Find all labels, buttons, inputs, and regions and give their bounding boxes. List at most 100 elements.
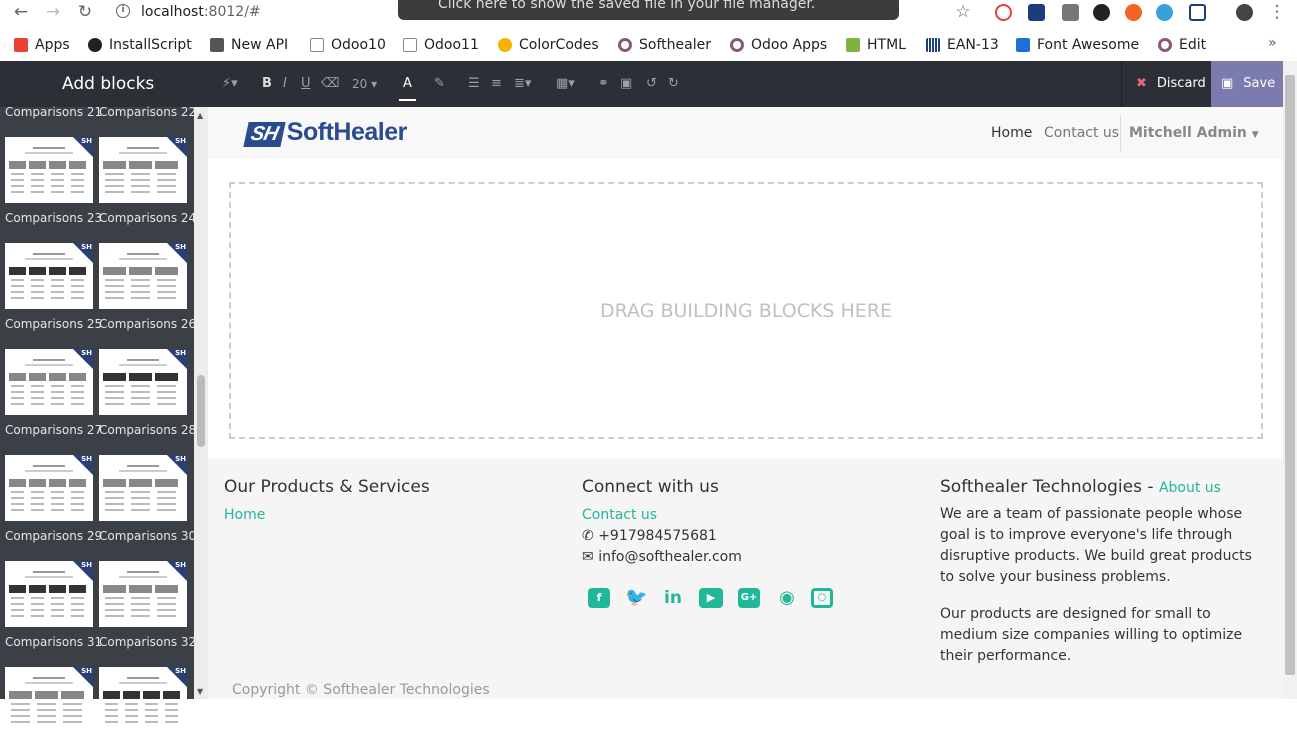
twitter-icon[interactable]: 🐦 xyxy=(625,588,647,608)
odoo-icon xyxy=(618,38,632,52)
drag-drop-zone[interactable]: DRAG BUILDING BLOCKS HERE xyxy=(229,182,1263,439)
block-thumbnail[interactable]: SH xyxy=(99,667,187,733)
softhealer-logo[interactable]: SH SoftHealer xyxy=(243,118,407,147)
footer-company-title: Softhealer Technologies - About us xyxy=(940,477,1221,497)
block-label: Comparisons 32 xyxy=(99,635,197,649)
magic-wand-icon[interactable]: ⚡▾ xyxy=(222,75,238,93)
address-bar[interactable]: localhost:8012/# xyxy=(141,3,261,21)
image-icon[interactable]: ▣ xyxy=(620,75,632,93)
instagram-icon[interactable]: ○ xyxy=(811,588,833,608)
bookmark-ean13[interactable]: EAN-13 xyxy=(926,35,999,55)
footer-about-text-2: Our products are designed for small to m… xyxy=(940,606,1243,664)
floppy-icon: ▣ xyxy=(1221,76,1234,91)
bookmark-new-api[interactable]: New API xyxy=(210,35,288,55)
table-icon[interactable]: ▦▾ xyxy=(556,75,575,93)
extension-icon[interactable] xyxy=(1093,4,1110,21)
linkedin-icon[interactable]: in xyxy=(662,588,684,608)
page-icon xyxy=(403,38,417,52)
block-thumbnail[interactable]: SH xyxy=(5,455,93,521)
sidebar-title: Add blocks xyxy=(0,61,208,107)
menu-dots-icon[interactable]: ⋮ xyxy=(1266,2,1288,22)
underline-icon[interactable]: U xyxy=(301,75,311,93)
envelope-icon: ✉ xyxy=(582,549,599,565)
download-toast[interactable]: Click here to show the saved file in you… xyxy=(398,0,899,20)
footer-contact-link[interactable]: Contact us xyxy=(582,507,657,523)
menu-contact-us[interactable]: Contact us xyxy=(1044,125,1119,141)
block-label: Comparisons 21 xyxy=(5,105,103,119)
scroll-up-icon[interactable]: ▲ xyxy=(197,111,203,120)
blocks-sidebar: Add blocks Comparisons 21 Comparisons 22 S… xyxy=(0,61,208,733)
block-thumbnail[interactable]: SH xyxy=(99,561,187,627)
facebook-icon[interactable]: f xyxy=(588,588,610,608)
editor-toolbar: ⚡▾ B I U ⌫ 20 ▾ A ✎ ☰ ≡ ≣▾ ▦▾ ⚭ ▣ ↺ ↻ ✖ D… xyxy=(208,61,1297,107)
extension-icon[interactable] xyxy=(995,4,1012,21)
block-thumbnail[interactable]: SH xyxy=(5,243,93,309)
site-info-icon[interactable]: i xyxy=(116,4,130,18)
italic-icon[interactable]: I xyxy=(283,75,287,93)
footer-about-text: We are a team of passionate people whose… xyxy=(940,506,1252,585)
ordered-list-icon[interactable]: ≡ xyxy=(491,75,502,93)
scrollbar-thumb[interactable] xyxy=(197,375,205,447)
back-icon[interactable]: ← xyxy=(10,2,32,22)
block-label: Comparisons 24 xyxy=(99,211,197,225)
block-label: Comparisons 30 xyxy=(99,529,197,543)
footer-phone: ✆ +917984575681 xyxy=(582,528,717,544)
bold-icon[interactable]: B xyxy=(262,75,272,93)
bookmark-installscript[interactable]: InstallScript xyxy=(88,35,192,55)
block-thumbnail[interactable]: SH xyxy=(5,349,93,415)
page-scrollbar[interactable] xyxy=(1283,61,1297,699)
font-size-select[interactable]: 20 ▾ xyxy=(352,75,377,93)
block-thumbnail[interactable]: SH xyxy=(99,243,187,309)
user-menu[interactable]: Mitchell Admin ▼ xyxy=(1129,125,1259,141)
align-icon[interactable]: ≣▾ xyxy=(514,75,531,93)
extension-icon[interactable] xyxy=(1156,4,1173,21)
bookmark-colorcodes[interactable]: ColorCodes xyxy=(498,35,599,55)
bookmark-odoo10[interactable]: Odoo10 xyxy=(310,35,386,55)
block-thumbnail[interactable]: SH xyxy=(5,561,93,627)
scrollbar-thumb[interactable] xyxy=(1285,75,1295,675)
bookmark-odoo11[interactable]: Odoo11 xyxy=(403,35,479,55)
bookmark-apps[interactable]: Apps xyxy=(14,35,70,55)
bookmark-font-awesome[interactable]: Font Awesome xyxy=(1016,35,1139,55)
paint-brush-icon[interactable]: ✎ xyxy=(434,75,445,93)
block-thumbnail[interactable]: SH xyxy=(5,137,93,203)
copyright-text: Copyright © Softhealer Technologies xyxy=(232,682,490,698)
footer-home-link[interactable]: Home xyxy=(224,507,265,523)
forward-icon[interactable]: → xyxy=(42,2,64,22)
reload-icon[interactable]: ↻ xyxy=(74,2,96,22)
chevron-double-right-icon[interactable]: » xyxy=(1268,35,1277,51)
eraser-icon[interactable]: ⌫ xyxy=(321,75,339,93)
bookmark-odoo-apps[interactable]: Odoo Apps xyxy=(730,35,827,55)
profile-icon[interactable] xyxy=(1236,4,1253,21)
block-thumbnail[interactable]: SH xyxy=(99,349,187,415)
youtube-icon[interactable]: ▶ xyxy=(699,588,723,608)
link-icon[interactable]: ⚭ xyxy=(598,75,609,93)
undo-icon[interactable]: ↺ xyxy=(646,75,657,93)
bookmark-html[interactable]: HTML xyxy=(846,35,906,55)
block-label: Comparisons 25 xyxy=(5,317,103,331)
menu-home[interactable]: Home xyxy=(991,125,1032,141)
sidebar-scrollbar[interactable]: ▲ ▼ xyxy=(194,107,208,699)
bookmark-edit[interactable]: Edit xyxy=(1158,35,1206,55)
bookmark-softhealer[interactable]: Softhealer xyxy=(618,35,711,55)
extension-icon[interactable] xyxy=(1062,4,1079,21)
unordered-list-icon[interactable]: ☰ xyxy=(468,75,480,93)
block-thumbnail[interactable]: SH xyxy=(99,137,187,203)
extension-icon[interactable] xyxy=(1189,4,1206,21)
discard-button[interactable]: ✖ Discard xyxy=(1121,61,1211,107)
block-thumbnail[interactable]: SH xyxy=(99,455,187,521)
block-label: Comparisons 31 xyxy=(5,635,103,649)
close-icon: ✖ xyxy=(1136,76,1147,91)
about-us-link[interactable]: About us xyxy=(1159,480,1221,496)
github-icon xyxy=(88,38,102,52)
extension-icon[interactable] xyxy=(1028,4,1045,21)
block-thumbnail[interactable]: SH xyxy=(5,667,93,733)
extension-icon[interactable] xyxy=(1125,4,1142,21)
scroll-down-icon[interactable]: ▼ xyxy=(197,687,203,696)
font-color-icon[interactable]: A xyxy=(399,75,416,101)
google-plus-icon[interactable]: G+ xyxy=(738,588,760,608)
bookmark-favicon-icon xyxy=(210,38,224,52)
github-icon[interactable]: ◉ xyxy=(776,588,798,608)
bookmark-star-icon[interactable]: ☆ xyxy=(952,2,974,22)
redo-icon[interactable]: ↻ xyxy=(668,75,679,93)
